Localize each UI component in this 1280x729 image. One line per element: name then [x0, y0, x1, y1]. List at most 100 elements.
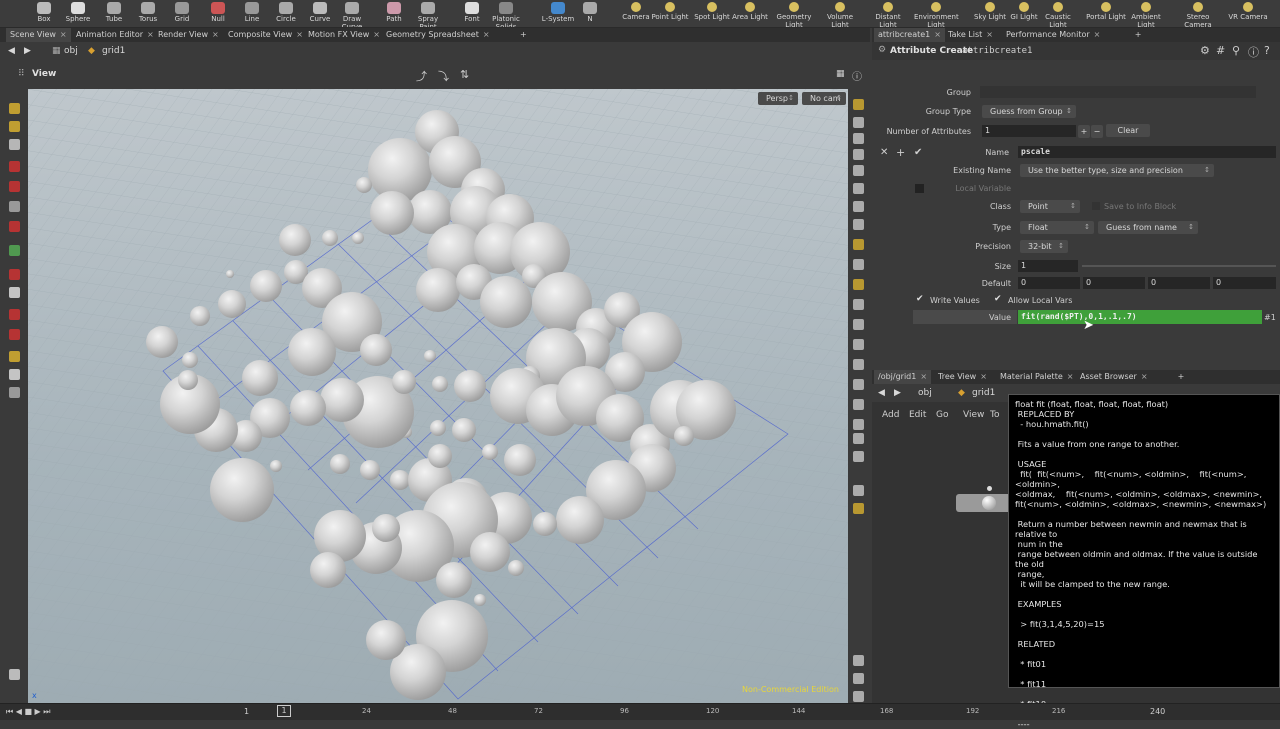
- tab-close-icon[interactable]: ×: [980, 372, 987, 381]
- add-tab-icon[interactable]: +: [1131, 28, 1146, 42]
- left-tool-5-icon[interactable]: [9, 201, 20, 212]
- shelf-tool-line[interactable]: Line: [234, 0, 270, 27]
- tab-close-icon[interactable]: ×: [483, 30, 490, 39]
- help-icon[interactable]: ⓘ: [852, 68, 862, 83]
- shelf-tool-portal-light[interactable]: Portal Light: [1084, 0, 1128, 27]
- shelf-tool-grid[interactable]: Grid: [164, 0, 200, 27]
- left-tool-9-icon[interactable]: [9, 287, 20, 298]
- tab-close-icon[interactable]: ×: [212, 30, 219, 39]
- type-menu[interactable]: Float: [1020, 221, 1094, 234]
- left-tool-settings-icon[interactable]: [9, 669, 20, 680]
- hash-icon[interactable]: #: [1216, 44, 1225, 57]
- size-field[interactable]: 1: [1018, 260, 1078, 272]
- shelf-tool-path[interactable]: Path: [376, 0, 412, 27]
- shelf-tool-n[interactable]: N: [572, 0, 608, 27]
- left-tool-13-icon[interactable]: [9, 369, 20, 380]
- shelf-tool-spray-paint[interactable]: Spray Paint: [410, 0, 446, 27]
- display-option-1-icon[interactable]: [853, 117, 864, 128]
- path-node[interactable]: grid1: [102, 42, 125, 60]
- node-name-field[interactable]: attribcreate1: [962, 46, 1032, 56]
- left-tool-8-icon[interactable]: [9, 269, 20, 280]
- display-option-8-icon[interactable]: [853, 239, 864, 250]
- help-circle-icon[interactable]: ?: [1264, 44, 1270, 57]
- shelf-tool-ambient-light[interactable]: Ambient Light: [1124, 0, 1168, 27]
- display-option-13-icon[interactable]: [853, 339, 864, 350]
- left-tool-11-icon[interactable]: [9, 329, 20, 340]
- tab-close-icon[interactable]: ×: [147, 30, 154, 39]
- start-frame[interactable]: 1: [244, 707, 249, 716]
- shelf-tool-sphere[interactable]: Sphere: [60, 0, 96, 27]
- shelf-tool-distant-light[interactable]: Distant Light: [866, 0, 910, 27]
- display-option-5-icon[interactable]: [853, 183, 864, 194]
- tab-tree-view[interactable]: Tree View ×: [934, 370, 991, 384]
- network-menu-add[interactable]: Add: [882, 410, 899, 420]
- back-arrow-icon[interactable]: ◀: [8, 42, 15, 60]
- left-tool-1-icon[interactable]: [9, 121, 20, 132]
- left-tool-0-icon[interactable]: [9, 103, 20, 114]
- display-option-11-icon[interactable]: [853, 299, 864, 310]
- value-expression-field[interactable]: fit(rand($PT),0,1,.1,.7): [1018, 310, 1262, 324]
- display-option-22-icon[interactable]: [853, 655, 864, 666]
- shelf-tool-draw-curve[interactable]: Draw Curve: [334, 0, 370, 27]
- display-option-17-icon[interactable]: [853, 419, 864, 430]
- shelf-tool-area-light[interactable]: Area Light: [728, 0, 772, 27]
- search-icon[interactable]: ⚲: [1232, 44, 1240, 57]
- network-menu-go[interactable]: Go: [936, 410, 948, 420]
- forward-arrow-icon[interactable]: ▶: [24, 42, 31, 60]
- tab-material-palette[interactable]: Material Palette ×: [996, 370, 1077, 384]
- shelf-tool-box[interactable]: Box: [26, 0, 62, 27]
- class-menu[interactable]: Point: [1020, 200, 1080, 213]
- display-option-16-icon[interactable]: [853, 399, 864, 410]
- shelf-tool-environment-light[interactable]: Environment Light: [914, 0, 959, 27]
- display-option-19-icon[interactable]: [853, 451, 864, 462]
- tab-asset-browser[interactable]: Asset Browser ×: [1076, 370, 1152, 384]
- tab-animation-editor[interactable]: Animation Editor ×: [72, 28, 158, 42]
- name-field[interactable]: pscale: [1018, 146, 1276, 158]
- transform-icon[interactable]: ⇅: [460, 68, 469, 81]
- timeline-bar[interactable]: ⏮ ◀ ■ ▶ ⏭ 1 1 24 48 72 96 120 144 168 192 216 24…: [0, 703, 1280, 720]
- tab-close-icon[interactable]: ×: [920, 372, 927, 381]
- default-field-2[interactable]: 0: [1083, 277, 1145, 289]
- add-tab-icon[interactable]: +: [516, 28, 531, 42]
- tab-close-icon[interactable]: ×: [1067, 372, 1074, 381]
- current-frame-marker[interactable]: 1: [277, 705, 291, 717]
- display-option-23-icon[interactable]: [853, 673, 864, 684]
- tab-render-view[interactable]: Render View ×: [154, 28, 223, 42]
- display-option-14-icon[interactable]: [853, 359, 864, 370]
- camera-menu[interactable]: No cam: [802, 92, 846, 105]
- left-tool-2-icon[interactable]: [9, 139, 20, 150]
- remove-attr-button[interactable]: −: [1091, 125, 1103, 138]
- display-option-6-icon[interactable]: [853, 201, 864, 212]
- tab-geometry-spreadsheet[interactable]: Geometry Spreadsheet ×: [382, 28, 494, 42]
- left-tool-3-icon[interactable]: [9, 161, 20, 172]
- existing-name-menu[interactable]: Use the better type, size and precision: [1020, 164, 1214, 177]
- tab-close-icon[interactable]: ×: [373, 30, 380, 39]
- add-tab-icon[interactable]: +: [1174, 370, 1189, 384]
- display-option-3-icon[interactable]: [853, 149, 864, 160]
- left-tool-4-icon[interactable]: [9, 181, 20, 192]
- tab-close-icon[interactable]: ×: [296, 30, 303, 39]
- save-info-toggle[interactable]: [1092, 202, 1100, 210]
- tab-close-icon[interactable]: ×: [1141, 372, 1148, 381]
- path-root[interactable]: obj: [64, 42, 78, 60]
- display-option-18-icon[interactable]: [853, 433, 864, 444]
- end-frame[interactable]: 240: [1150, 707, 1165, 716]
- tab-close-icon[interactable]: ×: [1094, 30, 1101, 39]
- left-tool-14-icon[interactable]: [9, 387, 20, 398]
- display-option-10-icon[interactable]: [853, 279, 864, 290]
- shelf-tool-torus[interactable]: Torus: [130, 0, 166, 27]
- tab-close-icon[interactable]: ×: [934, 30, 941, 39]
- default-field-4[interactable]: 0: [1213, 277, 1276, 289]
- left-tool-6-icon[interactable]: [9, 221, 20, 232]
- persp-menu[interactable]: Persp: [758, 92, 798, 105]
- shelf-tool-circle[interactable]: Circle: [268, 0, 304, 27]
- gear-settings-icon[interactable]: ⚙: [1200, 44, 1210, 57]
- shelf-tool-volume-light[interactable]: Volume Light: [818, 0, 862, 27]
- shelf-tool-platonic-solids[interactable]: Platonic Solids: [488, 0, 524, 27]
- precision-menu[interactable]: 32-bit: [1020, 240, 1068, 253]
- default-field-3[interactable]: 0: [1148, 277, 1210, 289]
- display-option-0-icon[interactable]: [853, 99, 864, 110]
- display-option-21-icon[interactable]: [853, 503, 864, 514]
- grid-toggle-icon[interactable]: ▦: [836, 69, 845, 79]
- 3d-viewport[interactable]: Persp No cam Non-Commercial Edition x: [28, 89, 848, 703]
